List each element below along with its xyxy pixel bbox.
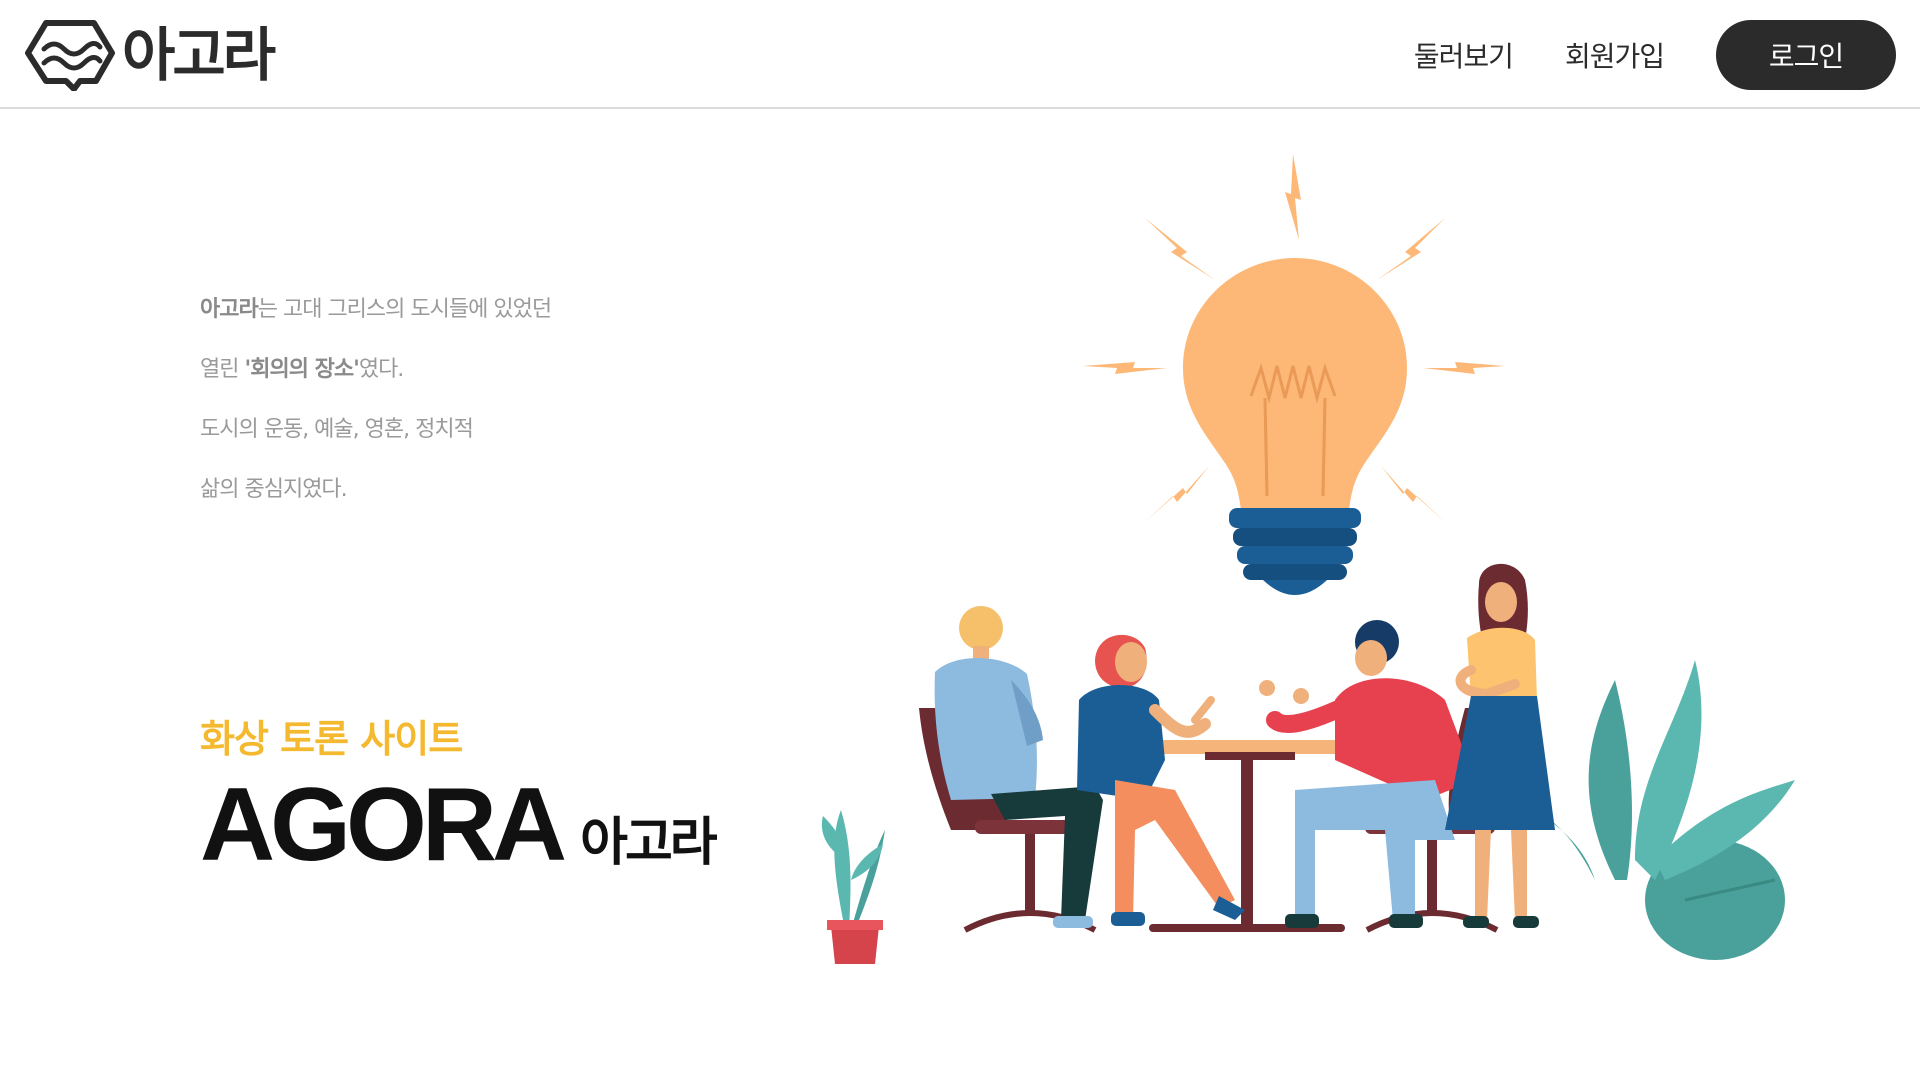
intro-line-1-text: 는 고대 그리스의 도시들에 있었던 <box>257 297 552 322</box>
intro-line-2: 열린 '회의의 장소'였다. <box>200 348 551 408</box>
intro-line-4: 삶의 중심지였다. <box>200 477 348 502</box>
lightbulb-icon <box>1183 258 1407 595</box>
intro-line-2-post: 였다. <box>358 357 404 382</box>
intro-line-3: 도시의 운동, 예술, 영혼, 정치적 <box>200 417 474 442</box>
intro-line-1: 아고라는 고대 그리스의 도시들에 있었던 <box>200 288 552 348</box>
agora-logo[interactable]: 아고라 <box>24 19 276 91</box>
meeting-lightbulb-illustration <box>821 154 1795 964</box>
speech-bubble-wave-icon <box>25 20 115 91</box>
intro-agora-bold: 아고라 <box>200 297 259 322</box>
person-standing-woman <box>1445 563 1555 928</box>
hero-subtitle: 화상 토론 사이트 <box>200 717 463 761</box>
hero-title-english: AGORA <box>200 767 567 883</box>
login-button[interactable]: 로그인 <box>1716 20 1896 90</box>
person-redhair-woman <box>1077 634 1245 926</box>
intro-line-2-pre: 열린 <box>200 357 245 382</box>
intro-meeting-place-bold: '회의의 장소' <box>244 357 359 382</box>
hero-title: AGORA 아고라 <box>200 766 718 885</box>
site-header: 아고라 둘러보기 회원가입 로그인 <box>0 0 1920 109</box>
logo-wordmark: 아고라 <box>122 21 276 89</box>
intro-text: 아고라는 고대 그리스의 도시들에 있었던 열린 '회의의 장소'였다. 도시의… <box>200 288 552 528</box>
nav-signup-link[interactable]: 회원가입 <box>1565 35 1665 75</box>
person-hoodie-man <box>1259 620 1475 928</box>
main-nav: 둘러보기 회원가입 로그인 <box>1414 20 1896 90</box>
nav-browse-link[interactable]: 둘러보기 <box>1414 35 1514 75</box>
hero-title-korean: 아고라 <box>580 813 718 873</box>
leafy-plant-large <box>1535 660 1795 960</box>
potted-plant-small <box>821 810 885 964</box>
